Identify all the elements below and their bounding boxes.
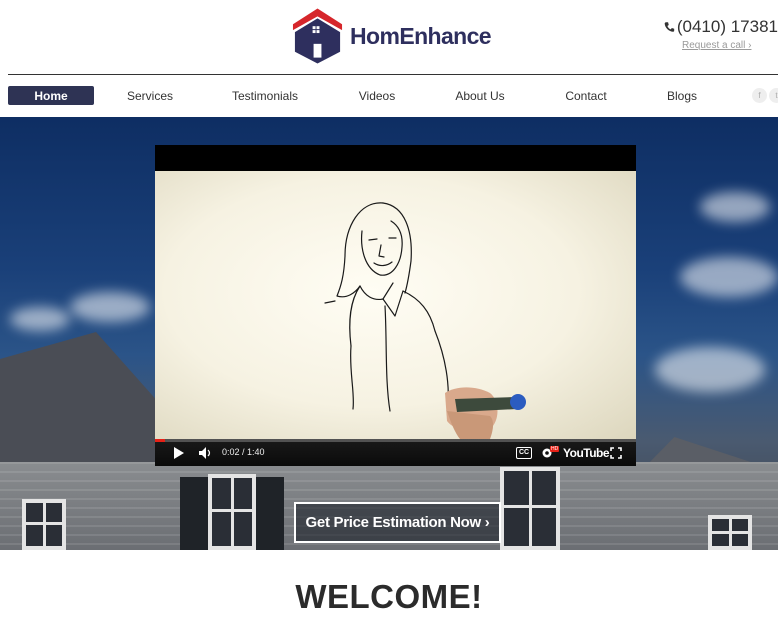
house-window — [500, 467, 560, 550]
cloud-shape — [10, 307, 70, 331]
nav-item-home[interactable]: Home — [8, 86, 94, 105]
video-title-bar — [155, 145, 636, 171]
video-time: 0:02 / 1:40 — [222, 447, 265, 457]
volume-icon[interactable] — [199, 447, 213, 459]
house-shutter — [180, 477, 208, 550]
welcome-heading: WELCOME! — [295, 578, 483, 615]
phone-row[interactable]: (0410) 17381 — [664, 17, 778, 37]
site-header: HomEnhance (0410) 17381 Request a call › — [0, 0, 778, 74]
house-shutter — [256, 477, 284, 550]
nav-item-contact[interactable]: Contact — [553, 86, 619, 105]
whiteboard-drawing-illustration — [324, 202, 526, 439]
twitter-icon[interactable]: t — [769, 88, 778, 103]
get-price-estimation-button[interactable]: Get Price Estimation Now › — [294, 502, 501, 543]
phone-icon — [664, 22, 675, 32]
cloud-shape — [700, 192, 770, 222]
contact-block: (0410) 17381 Request a call › — [664, 17, 778, 51]
video-frame[interactable] — [155, 171, 636, 439]
settings-gear-icon[interactable]: HD — [541, 446, 560, 459]
hd-badge: HD — [550, 446, 560, 452]
youtube-logo[interactable]: YouTube — [563, 446, 610, 460]
cloud-shape — [680, 257, 778, 297]
captions-label: CC — [516, 447, 533, 459]
brand-logo[interactable]: HomEnhance — [291, 6, 492, 66]
cloud-shape — [70, 292, 150, 322]
fullscreen-icon[interactable] — [610, 447, 622, 459]
nav-item-blogs[interactable]: Blogs — [652, 86, 712, 105]
video-progress-fill — [155, 439, 165, 442]
phone-number: (0410) 17381 — [676, 17, 778, 36]
captions-icon[interactable]: CC — [516, 447, 533, 459]
house-window — [22, 499, 66, 550]
house-window — [708, 515, 752, 550]
video-controls: 0:02 / 1:40 CC HD YouTube — [155, 439, 636, 466]
nav-item-videos[interactable]: Videos — [345, 86, 409, 105]
facebook-icon[interactable]: f — [752, 88, 767, 103]
nav-item-testimonials[interactable]: Testimonials — [220, 86, 310, 105]
house-logo-icon — [292, 8, 343, 64]
nav-item-about-us[interactable]: About Us — [445, 86, 515, 105]
brand-name: HomEnhance — [350, 22, 492, 49]
cloud-shape — [655, 347, 765, 392]
request-call-link[interactable]: Request a call › — [682, 40, 778, 51]
video-player[interactable]: 0:02 / 1:40 CC HD YouTube — [155, 145, 636, 466]
play-icon[interactable] — [173, 447, 184, 459]
main-nav: Home Services Testimonials Videos About … — [0, 75, 778, 117]
nav-item-services[interactable]: Services — [110, 86, 190, 105]
house-window — [208, 474, 256, 550]
video-progress-track[interactable] — [155, 439, 636, 442]
